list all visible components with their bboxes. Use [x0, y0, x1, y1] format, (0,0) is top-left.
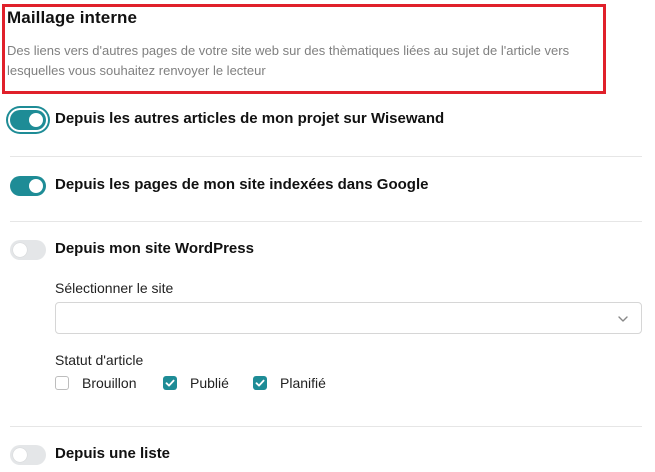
- checkbox-label-brouillon: Brouillon: [82, 375, 137, 391]
- toggle-knob: [13, 448, 27, 462]
- check-icon: [165, 379, 175, 387]
- option-label-wordpress-site: Depuis mon site WordPress: [55, 240, 254, 257]
- site-select[interactable]: [55, 302, 642, 334]
- toggle-wordpress-site[interactable]: [10, 240, 46, 260]
- toggle-knob: [13, 243, 27, 257]
- checkbox-publie[interactable]: [163, 376, 177, 390]
- toggle-from-list[interactable]: [10, 445, 46, 465]
- toggle-knob: [29, 113, 43, 127]
- section-description: Des liens vers d'autres pages de votre s…: [7, 43, 570, 78]
- toggle-google-indexed-pages[interactable]: [10, 176, 46, 196]
- checkbox-brouillon[interactable]: [55, 376, 69, 390]
- divider: [10, 156, 642, 157]
- check-icon: [255, 379, 265, 387]
- option-label-wisewand-articles: Depuis les autres articles de mon projet…: [55, 110, 445, 127]
- toggle-wisewand-articles[interactable]: [10, 110, 46, 130]
- chevron-down-icon: [618, 316, 628, 322]
- option-label-google-indexed-pages: Depuis les pages de mon site indexées da…: [55, 176, 429, 193]
- article-status-label: Statut d'article: [55, 352, 144, 368]
- divider: [10, 426, 642, 427]
- section-title: Maillage interne: [7, 8, 138, 27]
- divider: [10, 221, 642, 222]
- checkbox-label-publie: Publié: [190, 375, 229, 391]
- option-label-from-list: Depuis une liste: [55, 445, 171, 462]
- checkbox-label-planifie: Planifié: [280, 375, 326, 391]
- toggle-knob: [29, 179, 43, 193]
- checkbox-planifie[interactable]: [253, 376, 267, 390]
- site-select-label: Sélectionner le site: [55, 280, 174, 296]
